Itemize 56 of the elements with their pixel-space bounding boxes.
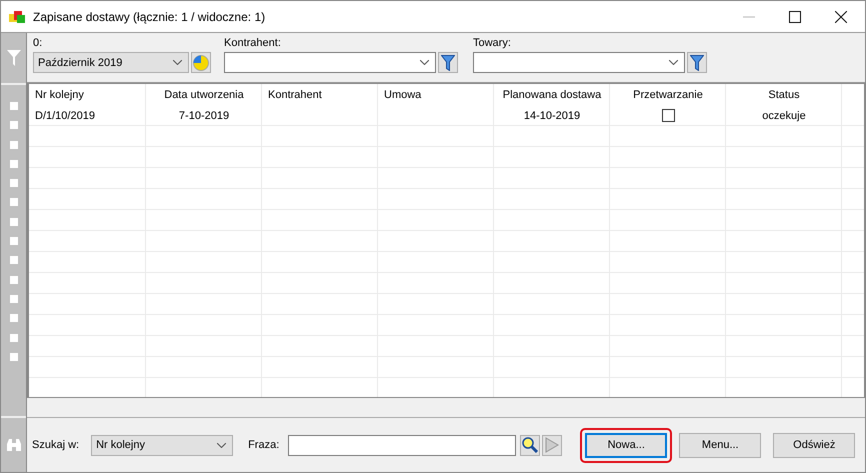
maximize-icon[interactable] — [789, 10, 801, 22]
action-button[interactable]: Nowa... — [585, 432, 668, 458]
column-header[interactable]: Kontrahent — [262, 84, 378, 105]
column-header[interactable]: Przetwarzanie — [610, 84, 726, 105]
chevron-down-icon — [173, 60, 182, 65]
row-marker-icon — [10, 179, 18, 188]
row-marker-icon — [10, 352, 18, 361]
checkbox[interactable] — [662, 109, 674, 122]
close-icon[interactable] — [835, 10, 847, 22]
period-button[interactable] — [191, 52, 211, 73]
filter-button[interactable] — [438, 52, 458, 73]
row-marker-icon — [10, 256, 18, 264]
row-marker-icon — [10, 160, 18, 168]
search-icon — [522, 437, 538, 453]
phrase-field[interactable] — [288, 434, 516, 456]
row-marker-icon — [10, 276, 18, 284]
row-marker-icon — [10, 140, 18, 149]
filter-dropdown[interactable]: Październik 2019 — [33, 52, 189, 73]
filter-icon — [690, 54, 704, 70]
filter-label: Towary: — [473, 37, 512, 49]
table-cell: D/1/10/2019 — [35, 110, 95, 122]
column-header[interactable]: Umowa — [378, 84, 494, 105]
search-column-dropdown[interactable]: Nr kolejny — [91, 434, 234, 456]
search-in-label: Szukaj w: — [32, 439, 80, 451]
filter-label: Kontrahent: — [224, 37, 282, 49]
chevron-down-icon — [420, 60, 429, 65]
action-button[interactable]: Menu... — [679, 432, 762, 458]
row-marker-icon — [10, 237, 18, 246]
pie-chart-icon — [193, 54, 209, 70]
filter-icon — [441, 54, 455, 70]
row-marker-icon — [10, 218, 18, 226]
row-marker-icon — [10, 198, 18, 206]
row-marker-icon — [10, 294, 18, 303]
filter-dropdown[interactable] — [224, 52, 436, 73]
filter-label: 0: — [33, 37, 44, 49]
chevron-down-icon — [217, 442, 226, 448]
row-marker-icon — [10, 314, 18, 322]
search-button[interactable] — [520, 434, 540, 456]
play-icon — [545, 437, 560, 453]
window-title: Zapisane dostawy (łącznie: 1 / widoczne: 1) — [33, 10, 266, 24]
filter-button[interactable] — [687, 52, 707, 73]
table-cell: oczekuje — [762, 110, 806, 122]
table-cell: 7-10-2019 — [178, 110, 230, 122]
action-button[interactable]: Odśwież — [773, 432, 856, 458]
app-icon — [9, 10, 27, 24]
table-cell: 14-10-2019 — [524, 110, 580, 122]
row-marker-icon — [10, 102, 18, 110]
column-header[interactable]: Status — [726, 84, 842, 105]
column-header[interactable]: Data utworzenia — [146, 84, 262, 105]
filter-dropdown[interactable] — [473, 52, 685, 73]
row-marker-icon — [10, 121, 18, 130]
phrase-label: Fraza: — [248, 439, 280, 451]
column-header[interactable]: Nr kolejny — [29, 84, 146, 105]
column-header[interactable]: Planowana dostawa — [494, 84, 610, 105]
chevron-down-icon — [669, 60, 678, 65]
row-marker-icon — [10, 334, 18, 342]
